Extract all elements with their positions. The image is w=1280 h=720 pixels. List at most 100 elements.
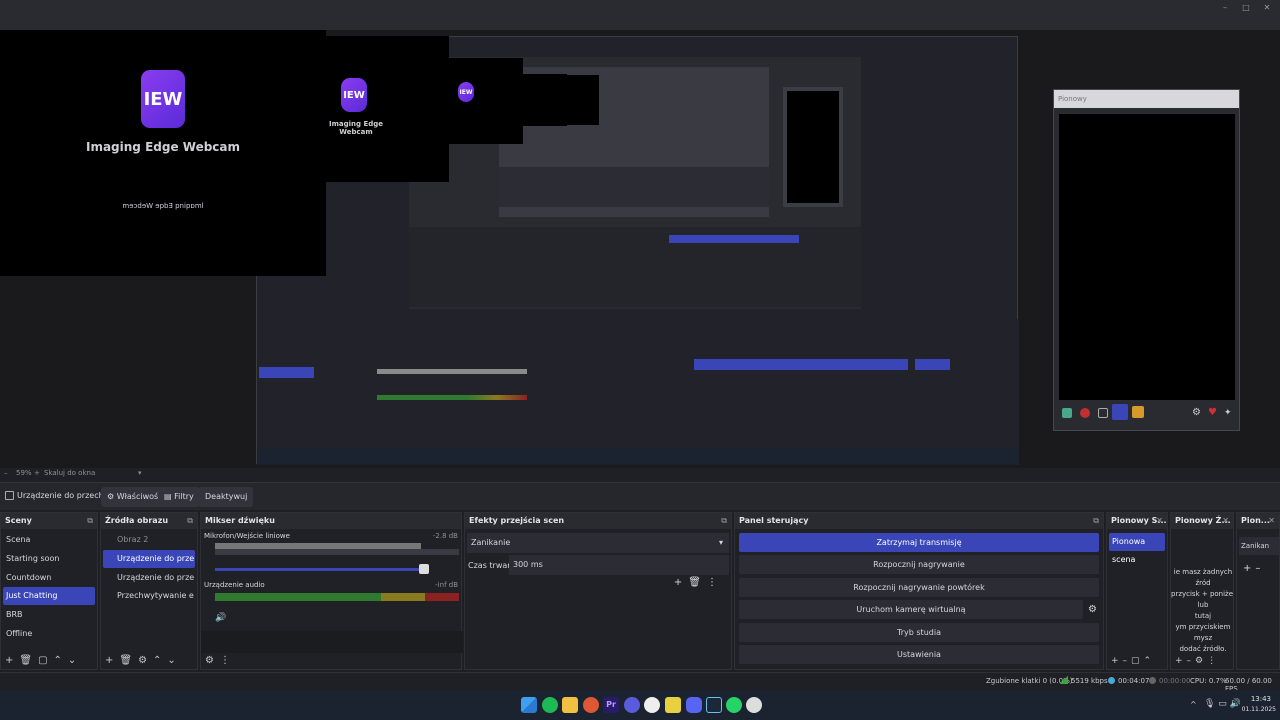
- dock-menu-icon[interactable]: ⧉: [1093, 513, 1099, 529]
- zoom-out-button[interactable]: –: [4, 469, 8, 477]
- dock-menu-icon[interactable]: ⧉: [721, 513, 727, 529]
- nested-scene-selected: [259, 367, 314, 378]
- sources-footer-controls[interactable]: +🗑⚙⌃⌄: [101, 653, 197, 669]
- folder-icon[interactable]: [562, 697, 578, 713]
- source-toolbar: Urządzenie do przechwyty ⚙ Właściwości ▤…: [0, 482, 1280, 510]
- whatsapp-icon[interactable]: [726, 697, 742, 713]
- nested-stop-button: [669, 235, 799, 243]
- transition-controls[interactable]: +🗑⋮: [674, 577, 723, 588]
- source-item-selected[interactable]: Urządzenie do prze: [103, 550, 195, 568]
- start-recording-button[interactable]: Rozpocznij nagrywanie: [739, 555, 1099, 574]
- scene-item-selected[interactable]: Just Chatting: [3, 587, 95, 605]
- vertical-ctrl-icon-1[interactable]: [1062, 408, 1072, 418]
- vertical-transition-controls[interactable]: +–: [1243, 563, 1264, 574]
- gear-icon[interactable]: ⚙: [1192, 408, 1202, 418]
- obs-icon[interactable]: [644, 697, 660, 713]
- vertical-transitions-dock: Pion... ✕ Zanikan +–: [1236, 512, 1280, 670]
- vertical-ctrl-icon-5[interactable]: [1132, 406, 1144, 418]
- vertical-canvas: [1059, 114, 1235, 400]
- source-item[interactable]: Przechwytywanie e: [103, 587, 195, 605]
- vertical-settings-icon[interactable]: ✦: [1224, 408, 1234, 418]
- start-replay-buffer-button[interactable]: Rozpocznij nagrywanie powtórek: [739, 578, 1099, 597]
- app-icon[interactable]: [624, 697, 640, 713]
- mixer-footer-controls[interactable]: ⚙⋮: [201, 653, 461, 669]
- scene-item[interactable]: Scena: [3, 531, 95, 549]
- settings-button[interactable]: Ustawienia: [739, 645, 1099, 664]
- tray-icons[interactable]: 🎙 ▭ 🔊: [1204, 699, 1241, 709]
- scene-item[interactable]: BRB: [3, 606, 95, 624]
- vertical-sources-dock: Pionowy Ź... ✕ ie masz żadnych źród przy…: [1170, 512, 1234, 670]
- tunnel-frame-1: IEW Imaging Edge Webcam: [325, 36, 449, 182]
- vertical-preview-window: Pionowy ⚙ ♥ ✦: [1053, 89, 1240, 431]
- start-virtual-camera-button[interactable]: Uruchom kamerę wirtualną: [739, 600, 1083, 619]
- app-icon-2[interactable]: [746, 697, 762, 713]
- notes-icon[interactable]: [665, 697, 681, 713]
- vertical-ctrl-icon-3[interactable]: [1098, 408, 1108, 418]
- heart-icon[interactable]: ♥: [1208, 408, 1218, 418]
- source-item[interactable]: Urządzenie do prze: [103, 569, 195, 587]
- transition-select[interactable]: Zanikanie ▾: [467, 533, 729, 553]
- nested-meter-1: [377, 369, 527, 374]
- volume-meter-mic-track: [215, 549, 459, 555]
- vertical-sources-controls[interactable]: +–⚙⋮: [1171, 653, 1233, 669]
- vertical-scenes-dock: Pionowy S... ✕ Pionowa scena +–▢⌃: [1106, 512, 1168, 670]
- webcam-title: Imaging Edge Webcam: [85, 140, 241, 154]
- vertical-scene-item[interactable]: Pionowa scena: [1109, 533, 1165, 564]
- windows-start-icon[interactable]: [521, 697, 537, 713]
- duration-input[interactable]: 300 ms: [509, 555, 729, 575]
- filters-button[interactable]: ▤ Filtry: [158, 487, 200, 507]
- scene-item[interactable]: Starting soon: [3, 550, 95, 568]
- vertical-scenes-controls[interactable]: +–▢⌃: [1107, 653, 1167, 669]
- volume-slider-handle[interactable]: [419, 564, 429, 574]
- close-icon[interactable]: ✕: [1268, 513, 1275, 529]
- chevron-down-icon[interactable]: ▾: [138, 469, 142, 477]
- nested-meter-2: [377, 395, 527, 400]
- close-icon[interactable]: ✕: [1156, 513, 1163, 529]
- close-button[interactable]: ✕: [1260, 3, 1274, 13]
- vertical-sources-empty-text: ie masz żadnych źród przycisk + poniżej …: [1171, 567, 1233, 655]
- webcam-mirrored-text: mɘɔdɘW ɘpbƎ pnipɒml: [122, 202, 204, 210]
- dock-menu-icon[interactable]: ⧉: [187, 513, 193, 529]
- tray-chevron-icon[interactable]: ^: [1190, 700, 1197, 709]
- deactivate-button[interactable]: Deaktywuj: [199, 487, 254, 507]
- volume-slider-mic[interactable]: [215, 568, 429, 571]
- stream-status-icon: [1108, 677, 1115, 684]
- empty-line: ie masz żadnych źród: [1173, 568, 1233, 587]
- dock-menu-icon[interactable]: ⧉: [87, 513, 93, 529]
- cpu-usage: CPU: 0.7%: [1190, 677, 1227, 685]
- sources-dock-title: Źródła obrazu: [101, 513, 197, 529]
- mixer-channel-db: -2.8 dB: [432, 532, 458, 540]
- discord-icon[interactable]: [686, 697, 702, 713]
- rec-status-icon: [1149, 677, 1156, 684]
- source-item[interactable]: Obraz 2: [103, 531, 195, 549]
- steam-icon[interactable]: [706, 697, 722, 713]
- zoom-in-button[interactable]: +: [34, 469, 40, 477]
- chevron-down-icon: ▾: [718, 538, 723, 547]
- stream-time: 00:04:07: [1118, 677, 1150, 685]
- scene-item[interactable]: Countdown: [3, 569, 95, 587]
- speaker-icon[interactable]: 🔊: [215, 613, 226, 623]
- close-icon[interactable]: ✕: [1222, 513, 1229, 529]
- transitions-dock: Efekty przejścia scen ⧉ Zanikanie ▾ Czas …: [464, 512, 732, 670]
- scenes-footer-controls[interactable]: +🗑▢⌃⌄: [1, 653, 97, 669]
- stream-icon[interactable]: [1112, 404, 1128, 420]
- transitions-dock-title: Efekty przejścia scen: [465, 513, 731, 529]
- spotify-icon[interactable]: [542, 697, 558, 713]
- clock-date[interactable]: 01.11.2025: [1240, 706, 1276, 713]
- premiere-icon[interactable]: Pr: [603, 697, 619, 713]
- minimize-button[interactable]: –: [1218, 3, 1232, 13]
- scene-item[interactable]: Offline: [3, 625, 95, 643]
- vertical-transition-select[interactable]: Zanikan: [1239, 537, 1279, 555]
- tunnel-frame-2: IEW: [449, 58, 523, 144]
- preview-canvas[interactable]: IEW Imaging Edge Webcam IEW IEW Imaging …: [0, 30, 1280, 468]
- studio-mode-button[interactable]: Tryb studia: [739, 623, 1099, 642]
- record-icon[interactable]: [1080, 408, 1090, 418]
- browser-icon[interactable]: [583, 697, 599, 713]
- scale-mode-select[interactable]: Skaluj do okna: [44, 469, 95, 477]
- zoom-level: 59%: [16, 469, 32, 477]
- clock-time[interactable]: 13:43: [1247, 695, 1271, 703]
- title-bar: – □ ✕: [0, 0, 1280, 30]
- gear-icon[interactable]: ⚙: [1088, 604, 1097, 615]
- maximize-button[interactable]: □: [1239, 3, 1253, 13]
- stop-streaming-button[interactable]: Zatrzymaj transmisję: [739, 533, 1099, 552]
